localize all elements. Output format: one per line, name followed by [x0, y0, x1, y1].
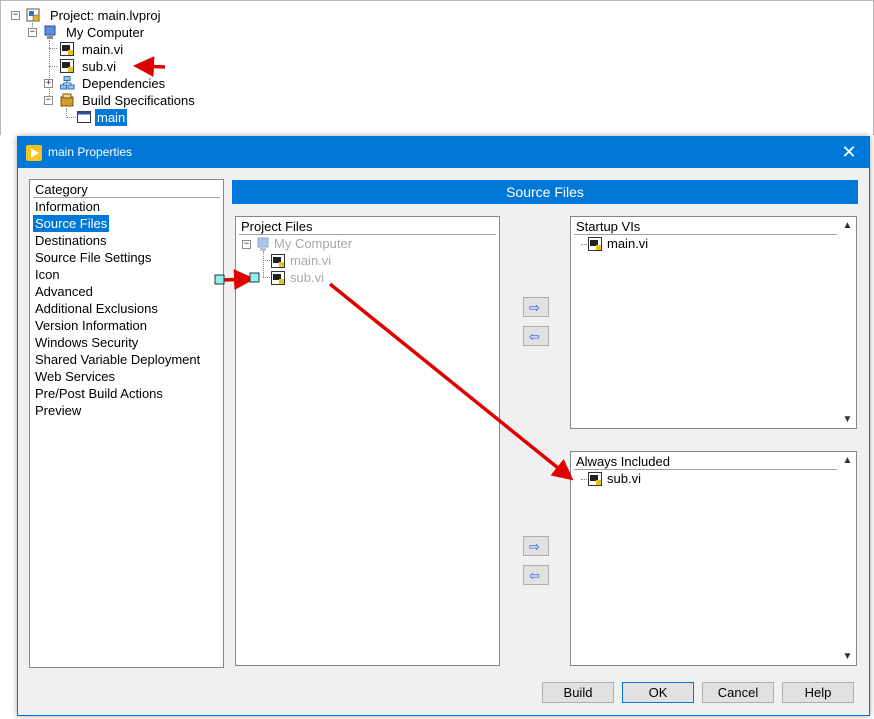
category-shared-variable-deployment[interactable]: Shared Variable Deployment: [33, 351, 202, 368]
dialog-titlebar: main Properties ✕: [18, 137, 869, 168]
startup-vi-main[interactable]: main.vi: [607, 235, 648, 252]
tree-item-main-vi[interactable]: main.vi: [80, 41, 125, 58]
scroll-up-icon[interactable]: ▲: [840, 218, 855, 233]
project-files-tree: Project Files − My Computer main.vi sub.…: [235, 216, 500, 666]
project-files-main-vi[interactable]: main.vi: [290, 252, 331, 269]
vi-icon: [60, 42, 75, 56]
tree-item-sub-vi[interactable]: sub.vi: [80, 58, 118, 75]
cancel-button[interactable]: Cancel: [702, 682, 774, 703]
always-included-scrollbar[interactable]: ▲ ▼: [840, 453, 855, 664]
vi-icon: [588, 237, 603, 251]
tree-connector: [263, 260, 270, 261]
tree-connector: [66, 117, 76, 118]
application-icon: [77, 110, 92, 124]
category-windows-security[interactable]: Windows Security: [33, 334, 140, 351]
tree-connector: [263, 277, 270, 278]
arrow-left-icon: ⇦: [529, 568, 540, 583]
tree-connector: [49, 48, 57, 49]
arrow-left-icon: ⇦: [529, 329, 540, 344]
tree-item-dependencies[interactable]: Dependencies: [80, 75, 167, 92]
add-startup-vi-button[interactable]: ⇨: [523, 297, 549, 317]
category-source-file-settings[interactable]: Source File Settings: [33, 249, 153, 266]
ok-button[interactable]: OK: [622, 682, 694, 703]
vi-icon: [60, 59, 75, 73]
collapse-toggle[interactable]: −: [242, 240, 251, 249]
vi-icon: [271, 254, 286, 268]
project-icon: [26, 8, 41, 22]
vi-icon: [271, 271, 286, 285]
tree-connector: [581, 479, 587, 480]
build-button[interactable]: Build: [542, 682, 614, 703]
tree-project-root[interactable]: Project: main.lvproj: [48, 7, 163, 24]
category-icon[interactable]: Icon: [33, 266, 62, 283]
category-preview[interactable]: Preview: [33, 402, 83, 419]
category-destinations[interactable]: Destinations: [33, 232, 109, 249]
arrow-right-icon: ⇨: [529, 300, 540, 315]
always-included-sub-vi[interactable]: sub.vi: [607, 470, 641, 487]
computer-icon: [43, 25, 58, 39]
properties-dialog: main Properties ✕ Category Information S…: [17, 136, 870, 716]
category-pre-post-build-actions[interactable]: Pre/Post Build Actions: [33, 385, 165, 402]
startup-scrollbar[interactable]: ▲ ▼: [840, 218, 855, 427]
vi-icon: [588, 472, 603, 486]
project-files-header: Project Files: [239, 219, 496, 235]
collapse-toggle[interactable]: −: [11, 11, 20, 20]
build-specifications-icon: [60, 93, 75, 107]
remove-always-included-button[interactable]: ⇦: [523, 565, 549, 585]
close-icon[interactable]: ✕: [839, 141, 859, 163]
arrow-right-icon: ⇨: [529, 539, 540, 554]
category-information[interactable]: Information: [33, 198, 102, 215]
remove-startup-vi-button[interactable]: ⇦: [523, 326, 549, 346]
dependencies-icon: [60, 76, 75, 90]
project-files-my-computer[interactable]: My Computer: [274, 235, 352, 252]
category-web-services[interactable]: Web Services: [33, 368, 117, 385]
tree-connector: [49, 40, 50, 102]
always-included-header: Always Included: [574, 454, 837, 470]
always-included-list: Always Included sub.vi ▲ ▼: [570, 451, 857, 666]
section-banner: Source Files: [232, 180, 858, 204]
collapse-toggle[interactable]: −: [28, 28, 37, 37]
help-button[interactable]: Help: [782, 682, 854, 703]
tree-connector: [49, 66, 57, 67]
labview-app-icon: [26, 145, 42, 161]
scroll-down-icon[interactable]: ▼: [840, 412, 855, 427]
tree-item-build-specifications[interactable]: Build Specifications: [80, 92, 197, 109]
category-advanced[interactable]: Advanced: [33, 283, 95, 300]
startup-vis-list: Startup VIs main.vi ▲ ▼: [570, 216, 857, 429]
expand-toggle[interactable]: +: [44, 79, 53, 88]
category-version-information[interactable]: Version Information: [33, 317, 149, 334]
category-list: Category Information Source Files Destin…: [29, 179, 224, 668]
collapse-toggle[interactable]: −: [44, 96, 53, 105]
startup-vis-header: Startup VIs: [574, 219, 837, 235]
category-source-files[interactable]: Source Files: [33, 215, 110, 232]
category-additional-exclusions[interactable]: Additional Exclusions: [33, 300, 160, 317]
add-always-included-button[interactable]: ⇨: [523, 536, 549, 556]
dialog-title: main Properties: [48, 145, 133, 159]
tree-connector: [581, 244, 587, 245]
scroll-down-icon[interactable]: ▼: [840, 649, 855, 664]
scroll-up-icon[interactable]: ▲: [840, 453, 855, 468]
project-files-sub-vi[interactable]: sub.vi: [290, 269, 324, 286]
computer-icon: [256, 237, 271, 251]
tree-item-main-build[interactable]: main: [95, 109, 128, 126]
tree-my-computer[interactable]: My Computer: [64, 24, 146, 41]
category-header: Category: [33, 182, 220, 198]
tree-connector: [263, 251, 264, 277]
